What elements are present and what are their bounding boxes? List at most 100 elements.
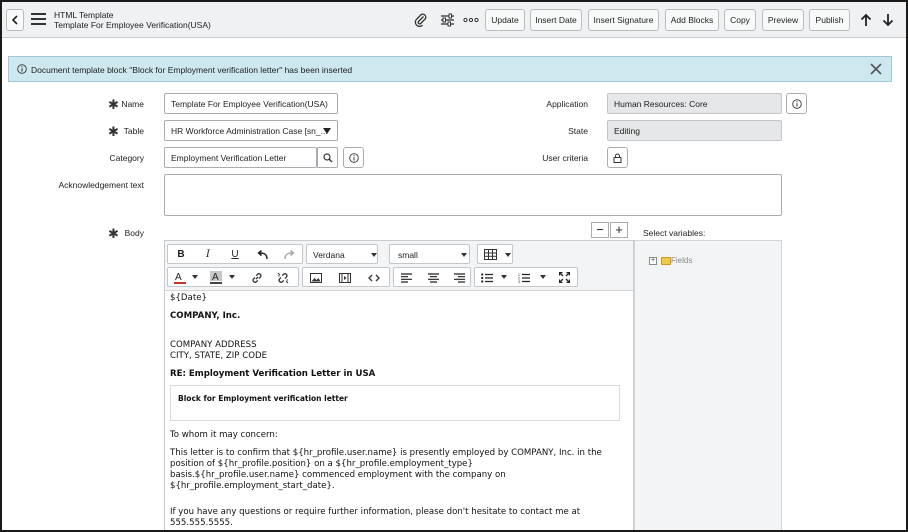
doc-salutation: To whom it may concern:	[170, 430, 278, 440]
svg-text:A: A	[175, 272, 182, 283]
form-header: HTML Template Template For Employee Veri…	[2, 2, 906, 38]
tree-node-fields[interactable]: Fields	[671, 256, 692, 265]
table-insert-button[interactable]	[477, 244, 513, 264]
chevron-left-icon	[11, 15, 18, 25]
redo-button[interactable]	[280, 247, 298, 262]
copy-button[interactable]: Copy	[724, 9, 756, 31]
toolbar-group-color-links: A A	[167, 267, 299, 287]
fullscreen-button[interactable]	[555, 270, 573, 285]
table-icon	[484, 249, 497, 260]
category-label: Category	[109, 153, 145, 163]
state-label: State	[568, 126, 588, 136]
table-select-value: HR Workforce Administration Case [sn_...	[171, 125, 328, 136]
chevron-down-icon[interactable]	[540, 275, 546, 279]
video-icon	[339, 272, 351, 283]
align-center-icon	[427, 272, 439, 283]
application-info-button[interactable]	[786, 93, 807, 114]
undo-icon	[256, 249, 268, 259]
doc-subject-line: RE: Employment Verification Letter in US…	[170, 369, 376, 379]
application-field: Human Resources: Core	[607, 93, 782, 114]
align-center-button[interactable]	[424, 270, 442, 285]
name-field[interactable]: Template For Employee Verification(USA)	[164, 93, 338, 114]
chevron-down-icon	[505, 253, 511, 257]
bold-button[interactable]: B	[172, 247, 190, 262]
font-family-value: Verdana	[313, 250, 345, 260]
remove-link-button[interactable]	[274, 270, 292, 285]
back-button[interactable]	[6, 9, 24, 31]
align-right-icon	[453, 272, 465, 283]
state-field: Editing	[607, 120, 782, 141]
paperclip-icon[interactable]	[412, 11, 430, 29]
align-left-icon	[400, 272, 412, 283]
redo-icon	[283, 249, 295, 259]
settings-sliders-icon[interactable]	[438, 11, 456, 29]
doc-paragraph-line: basis.${hr_profile.user.name} commenced …	[170, 470, 506, 480]
acknowledgement-textarea[interactable]	[164, 174, 782, 216]
shrink-editor-button[interactable]: −	[591, 222, 609, 238]
form-title: HTML Template	[54, 10, 114, 20]
background-color-button[interactable]: A	[208, 270, 224, 285]
chevron-down-icon[interactable]	[192, 275, 198, 279]
insert-signature-button[interactable]: Insert Signature	[588, 9, 659, 31]
user-criteria-lock-button[interactable]	[607, 147, 628, 168]
italic-button[interactable]: I	[199, 247, 217, 262]
info-icon	[17, 64, 27, 74]
insert-image-button[interactable]	[307, 270, 325, 285]
lock-icon	[613, 153, 622, 163]
undo-button[interactable]	[253, 247, 271, 262]
publish-button[interactable]: Publish	[809, 9, 850, 31]
doc-city-state-zip: CITY, STATE, ZIP CODE	[170, 351, 268, 361]
chevron-down-icon[interactable]	[501, 275, 507, 279]
inserted-template-block[interactable]: Block for Employment verification letter	[170, 385, 620, 421]
doc-company-name: COMPANY, Inc.	[170, 311, 241, 321]
underline-button[interactable]: U	[226, 247, 244, 262]
insert-link-button[interactable]	[248, 270, 266, 285]
folder-icon	[661, 257, 671, 265]
fullscreen-icon	[558, 272, 570, 283]
select-variables-label: Select variables:	[643, 228, 706, 238]
lookup-button[interactable]	[317, 147, 338, 168]
body-rich-text-editor[interactable]: B I U Verdana small A A 1 2 3 ${Date} CO…	[164, 240, 634, 530]
toolbar-group-format: B I U	[167, 244, 303, 264]
editor-toolbar: B I U Verdana small A A 1 2 3	[165, 241, 633, 291]
add-blocks-button[interactable]: Add Blocks	[665, 9, 719, 31]
text-color-icon: A	[174, 272, 186, 284]
align-right-button[interactable]	[450, 270, 468, 285]
table-select[interactable]: HR Workforce Administration Case [sn_...	[164, 120, 338, 141]
bullet-list-button[interactable]	[478, 270, 496, 285]
toolbar-group-align	[393, 267, 471, 287]
expand-tree-icon[interactable]: +	[649, 257, 657, 265]
text-color-button[interactable]: A	[172, 270, 188, 285]
search-icon	[322, 152, 332, 162]
acknowledgement-label: Acknowledgement text	[58, 180, 144, 190]
chevron-down-icon	[461, 253, 467, 257]
numbered-list-icon: 123	[518, 273, 530, 283]
category-field[interactable]: Employment Verification Letter	[164, 147, 317, 168]
close-icon[interactable]	[869, 62, 883, 76]
svg-text:3: 3	[518, 280, 520, 283]
hamburger-menu-icon[interactable]	[31, 13, 46, 25]
chevron-down-icon	[323, 128, 331, 134]
font-size-select[interactable]: small	[389, 244, 470, 264]
numbered-list-button[interactable]: 123	[515, 270, 533, 285]
link-icon	[252, 272, 262, 283]
align-left-button[interactable]	[397, 270, 415, 285]
insert-video-button[interactable]	[336, 270, 354, 285]
arrow-down-icon[interactable]	[879, 11, 897, 29]
update-button[interactable]: Update	[485, 9, 525, 31]
name-label: Name	[121, 99, 144, 109]
source-code-button[interactable]	[365, 270, 383, 285]
category-info-button[interactable]	[343, 147, 364, 168]
font-family-select[interactable]: Verdana	[306, 244, 378, 264]
app-frame: HTML Template Template For Employee Veri…	[0, 0, 908, 532]
chevron-down-icon[interactable]	[229, 275, 235, 279]
doc-paragraph-line: If you have any questions or require fur…	[170, 507, 581, 517]
application-label: Application	[546, 99, 588, 109]
preview-button[interactable]: Preview	[762, 9, 804, 31]
more-options-icon[interactable]	[462, 11, 480, 29]
arrow-up-icon[interactable]	[857, 11, 875, 29]
expand-editor-button[interactable]: +	[610, 222, 628, 238]
insert-date-button[interactable]: Insert Date	[530, 9, 582, 31]
user-criteria-label: User criteria	[542, 153, 588, 163]
code-icon	[368, 274, 380, 281]
